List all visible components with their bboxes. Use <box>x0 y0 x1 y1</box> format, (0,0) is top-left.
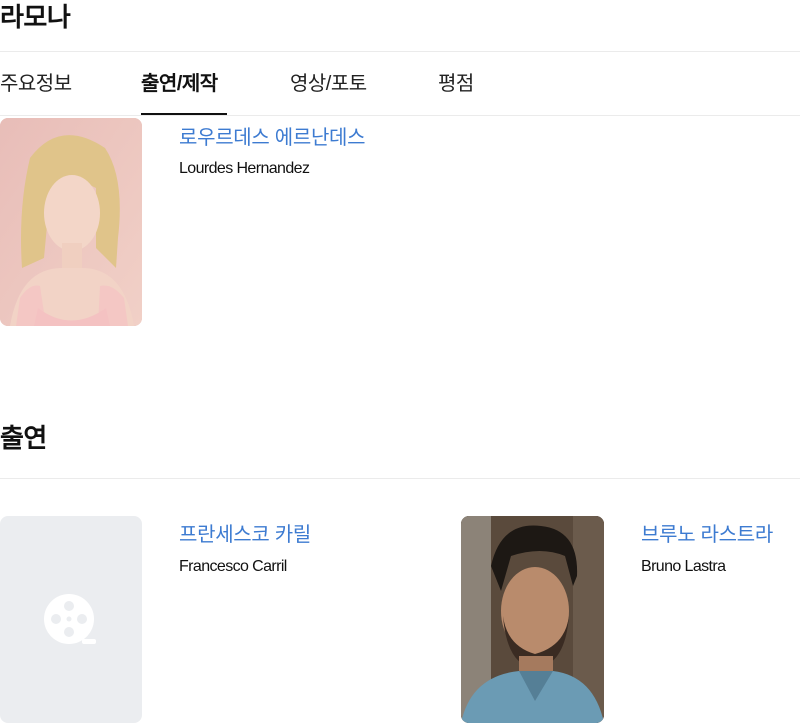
cast-section-title: 출연 <box>0 423 47 453</box>
tab-cast-crew[interactable]: 출연/제작 <box>141 72 218 96</box>
page-title: 라모나 <box>0 2 71 32</box>
cast-name-korean[interactable]: 프란세스코 카릴 <box>179 522 311 548</box>
director-photo[interactable] <box>0 118 142 326</box>
cast-name-english: Francesco Carril <box>179 558 287 575</box>
director-name-english: Lourdes Hernandez <box>179 160 310 177</box>
cast-name-korean[interactable]: 브루노 라스트라 <box>641 522 773 548</box>
film-reel-placeholder-icon <box>44 594 96 644</box>
tab-rating[interactable]: 평점 <box>438 72 474 96</box>
tab-main-info[interactable]: 주요정보 <box>0 72 72 96</box>
cast-divider <box>0 478 800 479</box>
director-card[interactable]: 로우르데스 에르난데스 Lourdes Hernandez <box>0 118 420 326</box>
cast-name-english: Bruno Lastra <box>641 558 726 575</box>
director-name-korean[interactable]: 로우르데스 에르난데스 <box>179 125 366 151</box>
cast-card[interactable]: 브루노 라스트라 Bruno Lastra <box>461 516 800 723</box>
tab-video-photo[interactable]: 영상/포토 <box>290 72 367 96</box>
tab-bar: 주요정보 출연/제작 영상/포토 평점 <box>0 52 800 115</box>
cast-photo-placeholder[interactable] <box>0 516 142 723</box>
tabs-divider <box>0 115 800 116</box>
cast-card[interactable]: 프란세스코 카릴 Francesco Carril <box>0 516 420 723</box>
cast-photo[interactable] <box>461 516 604 723</box>
